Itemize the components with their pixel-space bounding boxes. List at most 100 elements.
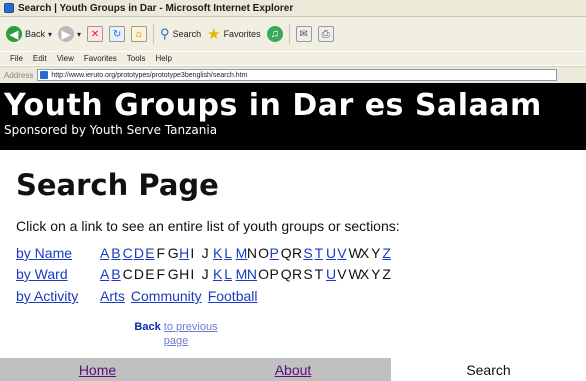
by-ward-letter-u[interactable]: U [326,266,337,282]
by-name-letter-h[interactable]: H [179,245,190,261]
address-bar: Address http://www.ieruto.org/prototypes… [0,66,586,84]
by-ward-row: by Ward ABCDEFGHIJKLMNOPQRSTUVWXYZ [16,266,394,282]
by-ward-link[interactable]: by Ward [16,266,100,282]
nav-search: Search [391,358,586,381]
nav-about[interactable]: About [195,358,391,381]
by-name-letter-b[interactable]: B [111,245,122,261]
window-title: Search | Youth Groups in Dar - Microsoft… [18,2,294,14]
by-ward-letter-t: T [314,266,324,282]
activity-arts-link[interactable]: Arts [100,288,125,304]
by-ward-letter-c: C [122,266,133,282]
by-ward-letter-n[interactable]: N [247,266,258,282]
page-title: Search Page [16,168,219,202]
page-icon [40,71,49,79]
by-name-letter-k[interactable]: K [213,245,224,261]
back-dropdown-icon[interactable]: ▾ [48,30,52,39]
media-button[interactable]: ♫ [266,26,283,42]
toolbar-separator [153,24,155,44]
site-title: Youth Groups in Dar es Salaam [4,88,542,123]
forward-button[interactable]: ▶ ▾ [58,26,81,42]
by-name-letter-y: Y [371,245,381,261]
back-to-previous-link[interactable]: Back to previous page [128,320,224,348]
forward-dropdown-icon[interactable]: ▾ [77,30,81,39]
by-ward-letter-f: F [156,266,166,282]
by-name-letter-i: I [190,245,195,261]
by-ward-letter-k[interactable]: K [213,266,224,282]
stop-button[interactable]: ✕ [87,26,104,42]
by-name-letter-w: W [348,245,362,261]
site-subtitle: Sponsored by Youth Serve Tanzania [4,123,218,137]
by-ward-letter-o: O [258,266,270,282]
by-name-letter-a[interactable]: A [100,245,111,261]
by-ward-letter-j: J [201,266,209,282]
print-button[interactable]: ⎙ [317,26,334,42]
menu-view[interactable]: View [57,54,74,63]
refresh-button[interactable]: ↻ [109,26,126,42]
by-ward-letter-i: I [190,266,195,282]
by-name-letter-s[interactable]: S [303,245,314,261]
by-name-letter-d[interactable]: D [134,245,145,261]
toolbar-separator [288,24,290,44]
menu-file[interactable]: File [10,54,23,63]
by-name-letter-e[interactable]: E [145,245,156,261]
nav-home[interactable]: Home [0,358,195,381]
by-name-link[interactable]: by Name [16,245,100,261]
mail-button[interactable]: ✉ [295,26,312,42]
by-name-letter-z[interactable]: Z [382,245,393,261]
by-name-letter-j: J [201,245,209,261]
menu-edit[interactable]: Edit [33,54,47,63]
by-ward-letter-p: P [269,266,279,282]
stop-icon: ✕ [87,26,104,42]
by-name-letter-n: N [246,245,257,261]
by-ward-letter-z: Z [382,266,391,282]
printer-icon: ⎙ [317,26,334,42]
search-label: Search [172,29,202,39]
by-name-letter-f: F [156,245,166,261]
by-name-letter-x: X [359,245,370,261]
menu-favorites[interactable]: Favorites [84,54,117,63]
by-ward-letter-b[interactable]: B [111,266,122,282]
bottom-nav: Home About Search [0,358,586,381]
by-ward-letter-s: S [303,266,313,282]
by-ward-letter-g: G [167,266,179,282]
by-name-letter-u[interactable]: U [326,245,337,261]
home-button[interactable]: ⌂ [131,26,148,42]
favorites-label: Favorites [223,29,261,39]
by-ward-letter-a[interactable]: A [100,266,111,282]
by-name-row: by Name ABCDEFGHIJKLMNOPQRSTUVWXYZ [16,245,394,261]
by-name-letter-p[interactable]: P [269,245,280,261]
refresh-icon: ↻ [109,26,126,42]
activity-community-link[interactable]: Community [131,288,202,304]
by-name-letter-l[interactable]: L [224,245,235,261]
menu-bar: File Edit View Favorites Tools Help [0,52,586,65]
by-name-letter-v[interactable]: V [337,245,348,261]
by-ward-letter-m[interactable]: M [236,266,248,282]
activity-football-link[interactable]: Football [208,288,258,304]
by-ward-letter-r: R [292,266,303,282]
by-activity-row: by Activity Arts Community Football [16,288,264,304]
menu-help[interactable]: Help [155,54,171,63]
by-ward-letter-x: X [359,266,370,282]
browser-toolbar: ◀ Back ▾ ▶ ▾ ✕ ↻ ⌂ ⚲ Search ★ Favorites … [0,17,586,51]
back-button[interactable]: ◀ Back ▾ [6,26,52,42]
by-name-letter-o: O [258,245,270,261]
intro-text: Click on a link to see an entire list of… [16,218,400,234]
by-ward-letter-w: W [348,266,362,282]
by-name-letter-g: G [167,245,179,261]
by-activity-link[interactable]: by Activity [16,288,100,304]
favorites-button[interactable]: ★ Favorites [207,25,260,43]
search-button[interactable]: ⚲ Search [160,26,201,42]
mail-icon: ✉ [295,26,312,42]
back-link-rest: to previous page [163,321,218,347]
address-field[interactable]: http://www.ieruto.org/prototypes/prototy… [37,69,558,81]
by-name-letter-t[interactable]: T [315,245,326,261]
by-name-letter-c[interactable]: C [123,245,134,261]
by-ward-letter-v: V [337,266,347,282]
by-name-letter-m[interactable]: M [236,245,248,261]
by-name-letter-q: Q [280,245,292,261]
home-icon: ⌂ [131,26,148,42]
by-ward-letter-l[interactable]: L [224,266,235,282]
by-ward-letter-d: D [133,266,145,282]
menu-tools[interactable]: Tools [127,54,146,63]
back-arrow-icon: ◀ [6,26,22,42]
